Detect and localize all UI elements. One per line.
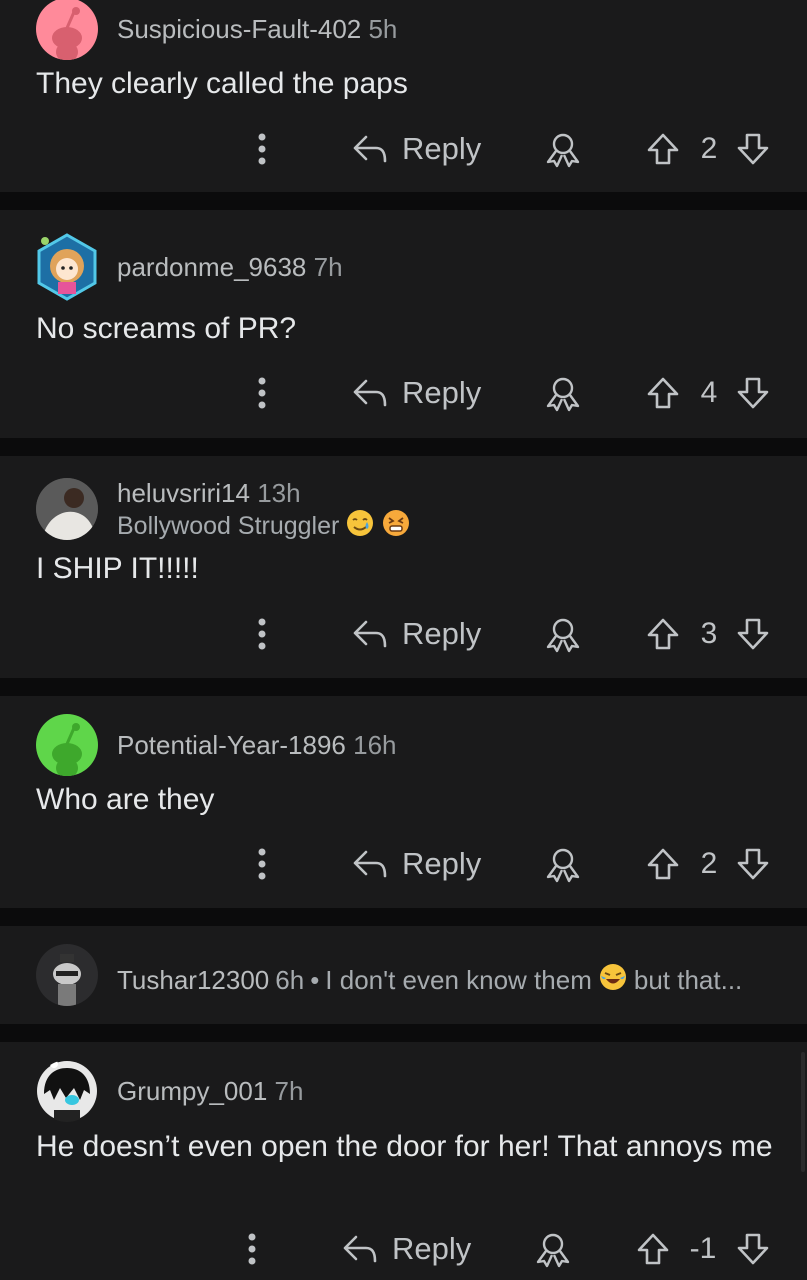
reply-label: Reply — [392, 1231, 472, 1266]
vote-score: -1 — [689, 1232, 717, 1265]
comment-card: heluvsriri14 13h Bollywood Struggler I S… — [0, 456, 807, 678]
timestamp: 13h — [257, 478, 301, 508]
action-bar: Reply 4 — [0, 368, 807, 418]
downvote-icon[interactable] — [735, 609, 771, 659]
timestamp: 16h — [353, 730, 397, 760]
smiling-tear-emoji-icon — [345, 508, 375, 545]
award-icon[interactable] — [543, 839, 583, 889]
username[interactable]: heluvsriri14 — [117, 478, 250, 508]
award-icon[interactable] — [543, 609, 583, 659]
upvote-icon[interactable] — [645, 839, 681, 889]
frustrated-emoji-icon — [381, 508, 411, 545]
comment-body: He doesn’t even open the door for her! T… — [36, 1130, 773, 1163]
reply-button[interactable]: Reply — [352, 609, 481, 659]
username[interactable]: Grumpy_001 — [117, 1076, 267, 1106]
downvote-icon[interactable] — [735, 1224, 771, 1274]
username[interactable]: Suspicious-Fault-402 — [117, 14, 361, 44]
comment-meta: heluvsriri14 13h — [117, 478, 301, 509]
reply-icon — [353, 620, 387, 648]
timestamp: 6h — [275, 965, 305, 995]
action-bar: Reply 2 — [0, 839, 807, 889]
comment-card: Suspicious-Fault-402 5h They clearly cal… — [0, 0, 807, 192]
comment-body: They clearly called the paps — [36, 67, 408, 100]
reply-button[interactable]: Reply — [352, 124, 481, 174]
timestamp: 5h — [368, 14, 398, 44]
laughing-emoji-icon — [598, 962, 628, 999]
reply-label: Reply — [402, 846, 482, 881]
comment-card: Grumpy_001 7h He doesn’t even open the d… — [0, 1042, 807, 1280]
avatar[interactable] — [36, 1060, 98, 1122]
avatar[interactable] — [36, 0, 98, 60]
avatar[interactable] — [36, 478, 98, 540]
preview-text-end: but that... — [633, 965, 743, 995]
more-options-icon[interactable] — [238, 1224, 266, 1274]
reply-icon — [353, 135, 387, 163]
more-options-icon[interactable] — [248, 839, 276, 889]
vote-score: 2 — [700, 847, 718, 880]
downvote-icon[interactable] — [735, 839, 771, 889]
upvote-icon[interactable] — [645, 609, 681, 659]
action-bar: Reply 3 — [0, 609, 807, 659]
more-options-icon[interactable] — [248, 124, 276, 174]
reply-icon — [353, 379, 387, 407]
comment-meta: Potential-Year-1896 16h — [117, 730, 397, 761]
award-icon[interactable] — [533, 1224, 573, 1274]
award-icon[interactable] — [543, 368, 583, 418]
reply-button[interactable]: Reply — [352, 368, 481, 418]
reply-icon — [343, 1235, 377, 1263]
separator-dot: • — [310, 965, 320, 995]
comment-meta: Suspicious-Fault-402 5h — [117, 14, 397, 45]
flair-text: Bollywood Struggler — [117, 512, 340, 540]
avatar[interactable] — [36, 714, 98, 776]
username[interactable]: pardonme_9638 — [117, 252, 306, 282]
reply-button[interactable]: Reply — [352, 839, 481, 889]
scrollbar[interactable] — [801, 1052, 805, 1172]
upvote-icon[interactable] — [645, 124, 681, 174]
more-options-icon[interactable] — [248, 368, 276, 418]
reply-label: Reply — [402, 616, 482, 651]
comment-body: Who are they — [36, 783, 215, 816]
reply-icon — [353, 850, 387, 878]
comment-body: I SHIP IT!!!!! — [36, 552, 199, 585]
timestamp: 7h — [313, 252, 343, 282]
downvote-icon[interactable] — [735, 124, 771, 174]
award-icon[interactable] — [543, 124, 583, 174]
reply-button[interactable]: Reply — [342, 1224, 471, 1274]
more-options-icon[interactable] — [248, 609, 276, 659]
vote-score: 3 — [700, 617, 718, 650]
timestamp: 7h — [274, 1076, 304, 1106]
avatar[interactable] — [32, 232, 102, 302]
avatar[interactable] — [36, 944, 98, 1006]
downvote-icon[interactable] — [735, 368, 771, 418]
username[interactable]: Tushar12300 — [117, 965, 269, 996]
collapsed-comment[interactable]: Tushar12300 6h • I don't even know them … — [0, 926, 807, 1024]
comment-body: No screams of PR? — [36, 312, 297, 345]
reply-label: Reply — [402, 375, 482, 410]
comment-meta: pardonme_9638 7h — [117, 252, 343, 283]
reply-label: Reply — [402, 131, 482, 166]
vote-score: 4 — [700, 376, 718, 409]
comment-preview: Tushar12300 6h • I don't even know them … — [117, 962, 742, 999]
action-bar: Reply 2 — [0, 124, 807, 174]
upvote-icon[interactable] — [635, 1224, 671, 1274]
upvote-icon[interactable] — [645, 368, 681, 418]
vote-score: 2 — [700, 132, 718, 165]
preview-text-start: I don't even know them — [325, 965, 592, 995]
comment-card: pardonme_9638 7h No screams of PR? Reply… — [0, 210, 807, 438]
comment-card: Potential-Year-1896 16h Who are they Rep… — [0, 696, 807, 908]
comment-meta: Grumpy_001 7h — [117, 1076, 303, 1107]
user-flair: Bollywood Struggler — [117, 508, 411, 545]
username[interactable]: Potential-Year-1896 — [117, 730, 346, 760]
action-bar: Reply -1 — [0, 1224, 807, 1274]
